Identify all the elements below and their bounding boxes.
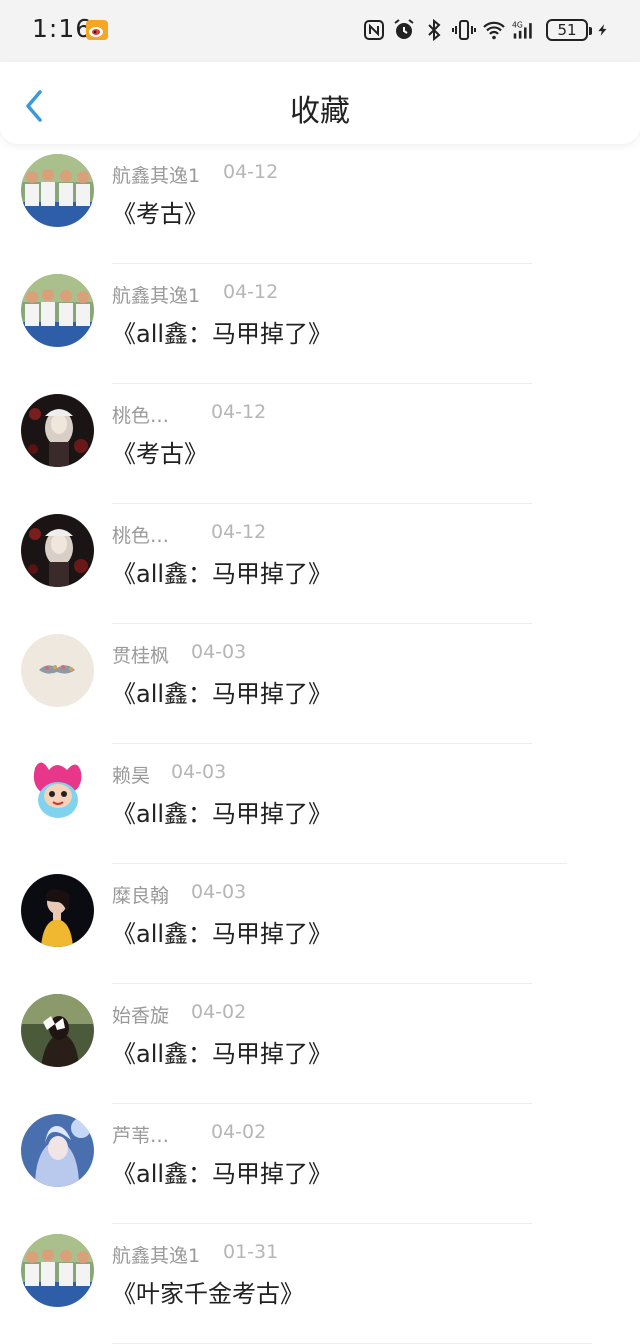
date-label: 04-12 bbox=[211, 521, 267, 543]
avatar[interactable] bbox=[21, 154, 94, 227]
favorites-list: 航鑫其逸1 04-12 《考古》 航鑫其逸1 04-12 《all鑫：马甲掉了》… bbox=[0, 144, 640, 1344]
date-label: 04-12 bbox=[223, 161, 279, 183]
nfc-icon bbox=[364, 20, 384, 40]
author-name: 桃色… bbox=[112, 525, 170, 547]
list-item[interactable]: 桃色… 04-12 《all鑫：马甲掉了》 bbox=[0, 504, 640, 624]
avatar[interactable] bbox=[21, 994, 94, 1067]
list-item[interactable]: 赖昊 04-03 《all鑫：马甲掉了》 bbox=[0, 744, 640, 864]
work-title: 《考古》 bbox=[112, 440, 208, 468]
author-name: 芦苇… bbox=[112, 1125, 170, 1147]
date-label: 04-12 bbox=[223, 281, 279, 303]
list-item[interactable]: 始香旋 04-02 《all鑫：马甲掉了》 bbox=[0, 984, 640, 1104]
work-title: 《考古》 bbox=[112, 200, 208, 228]
date-label: 04-02 bbox=[191, 1001, 247, 1023]
avatar[interactable] bbox=[21, 514, 94, 587]
date-label: 04-03 bbox=[191, 881, 247, 903]
page-title: 收藏 bbox=[290, 94, 350, 129]
date-label: 04-12 bbox=[211, 401, 267, 423]
list-item[interactable]: 航鑫其逸1 04-12 《考古》 bbox=[0, 144, 640, 264]
battery-indicator: 51 bbox=[546, 19, 592, 41]
date-label: 04-03 bbox=[171, 761, 227, 783]
date-label: 04-03 bbox=[191, 641, 247, 663]
avatar[interactable] bbox=[21, 1234, 94, 1307]
avatar[interactable] bbox=[21, 1114, 94, 1187]
avatar[interactable] bbox=[21, 754, 94, 827]
author-name: 航鑫其逸1 bbox=[112, 1245, 201, 1267]
wifi-icon bbox=[483, 21, 505, 40]
author-name: 航鑫其逸1 bbox=[112, 165, 201, 187]
avatar[interactable] bbox=[21, 274, 94, 347]
date-label: 04-02 bbox=[211, 1121, 267, 1143]
work-title: 《all鑫：马甲掉了》 bbox=[112, 920, 333, 948]
status-bar: 1:16 4G 51 bbox=[0, 0, 640, 62]
avatar[interactable] bbox=[21, 394, 94, 467]
page-header: 收藏 bbox=[0, 62, 640, 144]
work-title: 《all鑫：马甲掉了》 bbox=[112, 560, 333, 588]
author-name: 航鑫其逸1 bbox=[112, 285, 201, 307]
date-label: 01-31 bbox=[223, 1241, 279, 1263]
author-name: 赖昊 bbox=[112, 765, 151, 787]
list-item[interactable]: 贯桂枫 04-03 《all鑫：马甲掉了》 bbox=[0, 624, 640, 744]
work-title: 《all鑫：马甲掉了》 bbox=[112, 680, 333, 708]
author-name: 糜良翰 bbox=[112, 885, 170, 907]
work-title: 《all鑫：马甲掉了》 bbox=[112, 1160, 333, 1188]
avatar[interactable] bbox=[21, 634, 94, 707]
status-time: 1:16 bbox=[32, 14, 93, 43]
weibo-icon bbox=[86, 20, 108, 40]
status-icons: 4G 51 bbox=[356, 16, 610, 44]
list-item[interactable]: 糜良翰 04-03 《all鑫：马甲掉了》 bbox=[0, 864, 640, 984]
author-name: 贯桂枫 bbox=[112, 645, 170, 667]
list-item[interactable]: 芦苇… 04-02 《all鑫：马甲掉了》 bbox=[0, 1104, 640, 1224]
avatar[interactable] bbox=[21, 874, 94, 947]
bluetooth-icon bbox=[428, 18, 441, 42]
list-item[interactable]: 航鑫其逸1 01-31 《叶家千金考古》 bbox=[0, 1224, 640, 1344]
work-title: 《叶家千金考古》 bbox=[112, 1280, 304, 1308]
author-name: 桃色… bbox=[112, 405, 170, 427]
author-name: 始香旋 bbox=[112, 1005, 170, 1027]
work-title: 《all鑫：马甲掉了》 bbox=[112, 320, 333, 348]
charging-icon bbox=[598, 24, 607, 36]
alarm-icon bbox=[394, 19, 414, 39]
signal-icon: 4G bbox=[512, 20, 532, 39]
svg-text:4G: 4G bbox=[512, 20, 523, 29]
list-item[interactable]: 航鑫其逸1 04-12 《all鑫：马甲掉了》 bbox=[0, 264, 640, 384]
work-title: 《all鑫：马甲掉了》 bbox=[112, 1040, 333, 1068]
vibrate-icon bbox=[452, 20, 476, 40]
list-item[interactable]: 桃色… 04-12 《考古》 bbox=[0, 384, 640, 504]
work-title: 《all鑫：马甲掉了》 bbox=[112, 800, 333, 828]
